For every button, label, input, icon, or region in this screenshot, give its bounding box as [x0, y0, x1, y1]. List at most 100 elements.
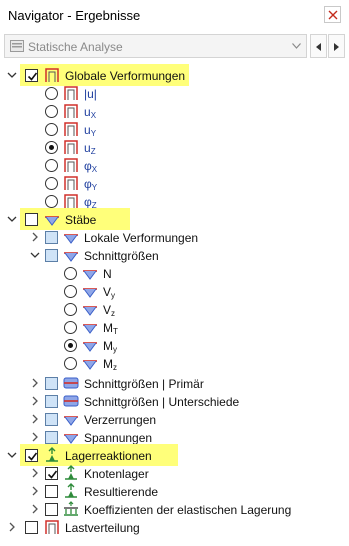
- tree-item-knotenlager[interactable]: Knotenlager: [0, 464, 349, 482]
- checkbox-knotenlager[interactable]: [45, 467, 58, 480]
- triangle-right-icon: [334, 43, 339, 51]
- member-diagram-icon: [83, 360, 97, 370]
- label-knotenlager: Knotenlager: [84, 467, 149, 481]
- radio-item-global-2[interactable]: uY: [0, 120, 349, 138]
- chevron-down-icon[interactable]: [7, 450, 17, 460]
- radio-item-schnitt-0[interactable]: N: [0, 264, 349, 282]
- frame-deformation-icon: [64, 176, 78, 190]
- tree-item-globale-verformungen[interactable]: Globale Verformungen: [0, 64, 349, 86]
- checkmark-icon: [47, 470, 58, 479]
- radio-schnitt-vy[interactable]: [64, 285, 77, 298]
- tree-item-lastverteilung[interactable]: Lastverteilung: [0, 518, 349, 536]
- member-diagram-icon: [45, 216, 59, 226]
- tree-item-verzerrungen[interactable]: Verzerrungen: [0, 410, 349, 428]
- label-lokale-verformungen: Lokale Verformungen: [84, 231, 199, 245]
- chevron-down-icon[interactable]: [30, 250, 40, 260]
- checkbox-schnittgroessen-unterschiede[interactable]: [45, 395, 58, 408]
- radio-item-global-0[interactable]: |u|: [0, 84, 349, 102]
- tree-item-schnittgroessen-primaer[interactable]: Schnittgrößen | Primär: [0, 374, 349, 392]
- chevron-right-icon[interactable]: [30, 378, 40, 388]
- radio-global-ux[interactable]: [45, 105, 58, 118]
- stress-icon: [64, 434, 78, 444]
- chevron-down-icon: [292, 43, 301, 49]
- radio-item-global-3[interactable]: uZ: [0, 138, 349, 156]
- tree-item-staebe[interactable]: Stäbe: [0, 208, 349, 230]
- analysis-type-dropdown[interactable]: Statische Analyse: [4, 34, 307, 58]
- strain-icon: [64, 416, 78, 426]
- checkbox-lastverteilung[interactable]: [25, 521, 38, 534]
- checkbox-resultierende[interactable]: [45, 485, 58, 498]
- member-diagram-icon: [83, 288, 97, 298]
- label-staebe: Stäbe: [65, 213, 97, 227]
- chevron-right-icon[interactable]: [7, 522, 17, 532]
- chevron-right-icon[interactable]: [30, 396, 40, 406]
- radio-item-schnitt-1[interactable]: Vy: [0, 282, 349, 300]
- chevron-right-icon[interactable]: [30, 432, 40, 442]
- label-schnitt-1: Vy: [103, 285, 116, 300]
- checkbox-koeffizienten[interactable]: [45, 503, 58, 516]
- tree-item-koeffizienten[interactable]: Koeffizienten der elastischen Lagerung: [0, 500, 349, 518]
- radio-global-phix[interactable]: [45, 159, 58, 172]
- chevron-down-icon[interactable]: [7, 214, 17, 224]
- checkbox-lokale-verformungen[interactable]: [45, 231, 58, 244]
- label-global-0: |u|: [84, 87, 97, 101]
- close-button[interactable]: [324, 6, 341, 23]
- tree-item-schnittgroessen[interactable]: Schnittgrößen: [0, 246, 349, 264]
- frame-deformation-icon: [64, 86, 78, 100]
- radio-global-phiy[interactable]: [45, 177, 58, 190]
- chevron-right-icon[interactable]: [30, 468, 40, 478]
- tree-item-schnittgroessen-unterschiede[interactable]: Schnittgrößen | Unterschiede: [0, 392, 349, 410]
- radio-schnitt-mz[interactable]: [64, 357, 77, 370]
- radio-item-global-5[interactable]: φY: [0, 174, 349, 192]
- radio-global-uy[interactable]: [45, 123, 58, 136]
- close-icon: [328, 10, 338, 20]
- tree-item-lagerreaktionen[interactable]: Lagerreaktionen: [0, 444, 349, 466]
- tree-item-resultierende[interactable]: Resultierende: [0, 482, 349, 500]
- chevron-right-icon[interactable]: [30, 414, 40, 424]
- checkbox-spannungen[interactable]: [45, 431, 58, 444]
- checkbox-staebe[interactable]: [25, 213, 38, 226]
- member-diagram-icon: [83, 324, 97, 334]
- radio-global-uz[interactable]: [45, 141, 58, 154]
- label-verzerrungen: Verzerrungen: [84, 413, 157, 427]
- resultant-icon: [65, 483, 77, 498]
- radio-item-global-1[interactable]: uX: [0, 102, 349, 120]
- checkbox-schnittgroessen[interactable]: [45, 249, 58, 262]
- radio-item-global-4[interactable]: φX: [0, 156, 349, 174]
- checkbox-verzerrungen[interactable]: [45, 413, 58, 426]
- checkbox-lagerreaktionen[interactable]: [25, 449, 38, 462]
- section-forces-difference-icon: [63, 395, 79, 407]
- radio-item-schnitt-5[interactable]: Mz: [0, 354, 349, 372]
- frame-deformation-icon: [64, 158, 78, 172]
- chevron-right-icon[interactable]: [30, 232, 40, 242]
- radio-item-schnitt-4[interactable]: My: [0, 336, 349, 354]
- checkbox-globale-verformungen[interactable]: [25, 69, 38, 82]
- frame-deformation-icon: [45, 68, 59, 82]
- frame-deformation-icon: [64, 104, 78, 118]
- label-schnitt-0: N: [103, 267, 112, 281]
- radio-global-abs-u[interactable]: [45, 87, 58, 100]
- checkbox-schnittgroessen-primaer[interactable]: [45, 377, 58, 390]
- radio-global-phiz[interactable]: [45, 195, 58, 208]
- label-schnittgroessen: Schnittgrößen: [84, 249, 159, 263]
- next-button[interactable]: [328, 34, 345, 58]
- tree-item-lokale-verformungen[interactable]: Lokale Verformungen: [0, 228, 349, 246]
- chevron-down-icon[interactable]: [7, 70, 17, 80]
- label-lastverteilung: Lastverteilung: [65, 521, 140, 535]
- radio-item-schnitt-2[interactable]: Vz: [0, 300, 349, 318]
- radio-item-schnitt-3[interactable]: MT: [0, 318, 349, 336]
- label-schnitt-5: Mz: [103, 357, 117, 372]
- radio-schnitt-mt[interactable]: [64, 321, 77, 334]
- radio-schnitt-my[interactable]: [64, 339, 77, 352]
- member-diagram-icon: [64, 234, 78, 244]
- radio-schnitt-n[interactable]: [64, 267, 77, 280]
- nodal-support-icon: [65, 465, 77, 480]
- chevron-right-icon[interactable]: [30, 504, 40, 514]
- frame-deformation-icon: [64, 122, 78, 136]
- chevron-right-icon[interactable]: [30, 486, 40, 496]
- label-global-4: φX: [84, 159, 98, 174]
- checkmark-icon: [27, 72, 38, 81]
- checkmark-icon: [27, 452, 38, 461]
- previous-button[interactable]: [310, 34, 327, 58]
- radio-schnitt-vz[interactable]: [64, 303, 77, 316]
